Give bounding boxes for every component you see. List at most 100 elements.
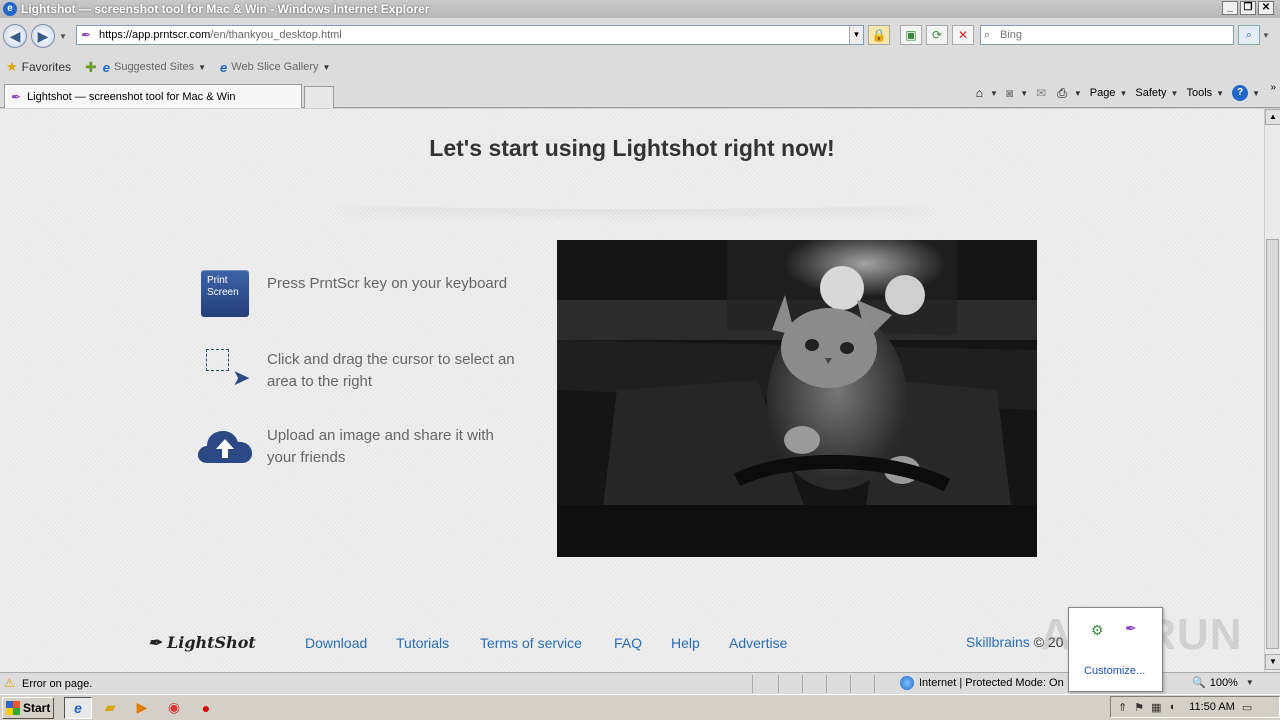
command-bar: ⌂ ▼ ◙ ▼ ✉ ⎙ ▼ Page ▼ Safety ▼ Tools ▼ ? ▼: [976, 85, 1260, 101]
vertical-scrollbar[interactable]: ▲ ▼: [1264, 109, 1280, 672]
security-zone[interactable]: Internet | Protected Mode: On: [900, 676, 1064, 690]
stop-icon: ✕: [957, 28, 969, 42]
more-commands-icon[interactable]: »: [1270, 82, 1276, 93]
network-tray-icon[interactable]: ⚙: [1091, 622, 1104, 639]
chevron-down-icon: ▼: [990, 88, 998, 98]
suggested-sites-link[interactable]: e Suggested Sites ▼: [103, 60, 206, 75]
search-box[interactable]: ⌕: [980, 25, 1234, 45]
folder-icon: ▰: [104, 699, 116, 715]
site-favicon-icon: ✒: [11, 89, 22, 104]
url-text[interactable]: https://app.prntscr.com/en/thankyou_desk…: [99, 29, 342, 41]
lightshot-tray-icon[interactable]: ✒: [1125, 620, 1137, 637]
warning-icon[interactable]: ⚠: [4, 677, 18, 690]
url-path: /en/thankyou_desktop.html: [210, 29, 342, 41]
taskbar-opera[interactable]: ●: [192, 697, 220, 719]
home-icon: ⌂: [975, 86, 984, 100]
security-lock-button[interactable]: 🔒: [868, 25, 890, 45]
zoom-text: 100%: [1209, 676, 1238, 689]
navigation-bar: ◀ ▶ ▼ ✒ https://app.prntscr.com/en/thank…: [0, 18, 1280, 52]
page-subheading: Let's start using Lightshot right now!: [429, 135, 835, 161]
chevron-down-icon: ▼: [1170, 88, 1179, 98]
forward-arrow-icon: ▶: [37, 28, 49, 44]
back-button[interactable]: ◀: [3, 24, 27, 48]
read-mail-button[interactable]: ✉: [1036, 86, 1049, 100]
compatibility-icon: ▣: [905, 28, 917, 42]
footer-link-tutorials[interactable]: Tutorials: [396, 635, 449, 651]
taskbar-explorer[interactable]: ▰: [96, 697, 124, 719]
opera-icon: ●: [201, 699, 211, 716]
chevron-down-icon: ▼: [1252, 88, 1260, 98]
page-menu[interactable]: Page ▼: [1090, 87, 1128, 99]
tab-bar: ✒ Lightshot — screenshot tool for Mac & …: [0, 82, 1280, 108]
scroll-up-button[interactable]: ▲: [1265, 109, 1280, 125]
show-desktop-icon[interactable]: ▭: [1242, 701, 1252, 714]
zone-text: Internet | Protected Mode: On: [919, 677, 1064, 689]
compatibility-view-button[interactable]: ▣: [900, 25, 922, 45]
media-player-icon: ▶: [136, 699, 148, 715]
feeds-button[interactable]: ◙ ▼: [1006, 86, 1028, 100]
taskbar-ie[interactable]: e: [64, 696, 92, 719]
clock[interactable]: 11:50 AM: [1189, 701, 1235, 713]
taskbar: Start e ▰ ▶ ◉ ● ⇑ ⚑ ▦ ◖ 11:50 AM ▭: [0, 694, 1280, 720]
search-options-dropdown[interactable]: ▼: [1262, 31, 1270, 40]
tools-menu[interactable]: Tools ▼: [1186, 87, 1224, 99]
scroll-down-button[interactable]: ▼: [1265, 654, 1280, 670]
tab-lightshot[interactable]: ✒ Lightshot — screenshot tool for Mac & …: [4, 84, 302, 108]
show-hidden-icons-icon[interactable]: ⇑: [1118, 701, 1127, 714]
footer-link-terms[interactable]: Terms of service: [480, 635, 582, 651]
customize-link[interactable]: Customize...: [1084, 665, 1145, 677]
flag-icon[interactable]: ⚑: [1134, 701, 1144, 714]
footer-link-advertise[interactable]: Advertise: [729, 635, 787, 651]
add-to-favorites-icon[interactable]: ✚: [85, 59, 97, 76]
close-window-button[interactable]: ✕: [1258, 1, 1274, 15]
home-button[interactable]: ⌂ ▼: [976, 86, 998, 100]
chevron-down-icon: ▼: [322, 62, 331, 72]
footer-link-download[interactable]: Download: [305, 635, 367, 651]
page-viewport: Let's start using Lightshot right now! P…: [0, 109, 1264, 672]
scroll-thumb[interactable]: [1266, 239, 1279, 649]
step-2-text: Click and drag the cursor to select an a…: [267, 351, 515, 390]
page-menu-label: Page: [1089, 87, 1116, 99]
taskbar-chrome[interactable]: ◉: [160, 697, 188, 719]
window-title-bar: e Lightshot — screenshot tool for Mac & …: [0, 0, 1280, 18]
skillbrains-link[interactable]: Skillbrains: [966, 634, 1030, 650]
footer-link-faq[interactable]: FAQ: [614, 635, 642, 651]
status-message[interactable]: Error on page.: [22, 678, 92, 690]
start-button[interactable]: Start: [2, 696, 54, 719]
favorites-bar: ★ Favorites ✚ e Suggested Sites ▼ e Web …: [0, 52, 1280, 82]
restore-button[interactable]: ❐: [1240, 1, 1256, 15]
volume-icon[interactable]: ◖: [1169, 701, 1176, 713]
new-tab-button[interactable]: [304, 86, 334, 108]
print-icon: ⎙: [1057, 85, 1067, 100]
back-arrow-icon: ◀: [9, 28, 21, 44]
cloud-upload-icon: [196, 425, 254, 465]
tools-menu-label: Tools: [1186, 87, 1213, 99]
print-button[interactable]: ⎙ ▼: [1057, 86, 1082, 101]
forward-button[interactable]: ▶: [31, 24, 55, 48]
address-dropdown-button[interactable]: ▼: [849, 26, 863, 44]
stop-button[interactable]: ✕: [952, 25, 974, 45]
taskbar-media-player[interactable]: ▶: [128, 697, 156, 719]
favorites-button[interactable]: ★ Favorites: [6, 59, 71, 75]
tab-label: Lightshot — screenshot tool for Mac & Wi…: [27, 90, 236, 103]
recent-pages-dropdown[interactable]: ▼: [59, 32, 67, 41]
footer-link-help[interactable]: Help: [671, 635, 700, 651]
search-button[interactable]: ⌕: [1238, 25, 1260, 45]
start-label: Start: [23, 700, 51, 715]
lightshot-logo[interactable]: ✒ LightShot: [148, 633, 256, 652]
chevron-down-icon: ▼: [1073, 88, 1082, 98]
network-icon[interactable]: ▦: [1151, 701, 1161, 714]
address-bar[interactable]: ✒ https://app.prntscr.com/en/thankyou_de…: [76, 25, 864, 45]
refresh-button[interactable]: ⟳: [926, 25, 948, 45]
lock-icon: 🔒: [871, 28, 887, 42]
help-icon: ?: [1232, 85, 1249, 101]
search-input[interactable]: [1000, 29, 1220, 41]
safety-menu[interactable]: Safety ▼: [1135, 87, 1178, 99]
step-1-text: Press PrntScr key on your keyboard: [267, 275, 508, 292]
chevron-down-icon: ▼: [1245, 678, 1254, 687]
zoom-level[interactable]: 🔍 100% ▼: [1192, 676, 1254, 690]
page-heading-cut-off: [510, 109, 517, 126]
minimize-button[interactable]: _: [1222, 1, 1238, 15]
help-menu[interactable]: ? ▼: [1232, 85, 1260, 101]
web-slice-gallery-link[interactable]: e Web Slice Gallery ▼: [220, 60, 330, 75]
